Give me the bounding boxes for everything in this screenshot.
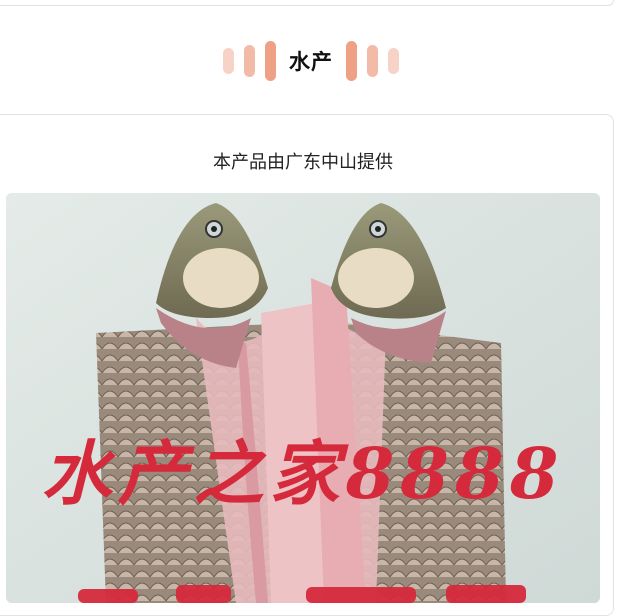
pill-decoration-icon xyxy=(367,45,378,77)
pill-decoration-icon xyxy=(388,48,399,74)
pill-decoration-icon xyxy=(244,45,255,77)
pill-decoration-icon xyxy=(346,41,357,81)
previous-card xyxy=(0,0,614,6)
section-title: 水产 xyxy=(289,50,333,74)
section-header: 水产 xyxy=(0,38,622,84)
product-origin-text: 本产品由广东中山提供 xyxy=(213,152,393,173)
pill-decoration-icon xyxy=(223,48,234,74)
product-photo[interactable]: 水产之家8888 xyxy=(6,193,600,603)
pill-decoration-icon xyxy=(265,41,276,81)
fish-photo-illustration: 水产之家8888 xyxy=(6,193,600,603)
watermark-text: 水产之家8888 xyxy=(42,432,565,515)
